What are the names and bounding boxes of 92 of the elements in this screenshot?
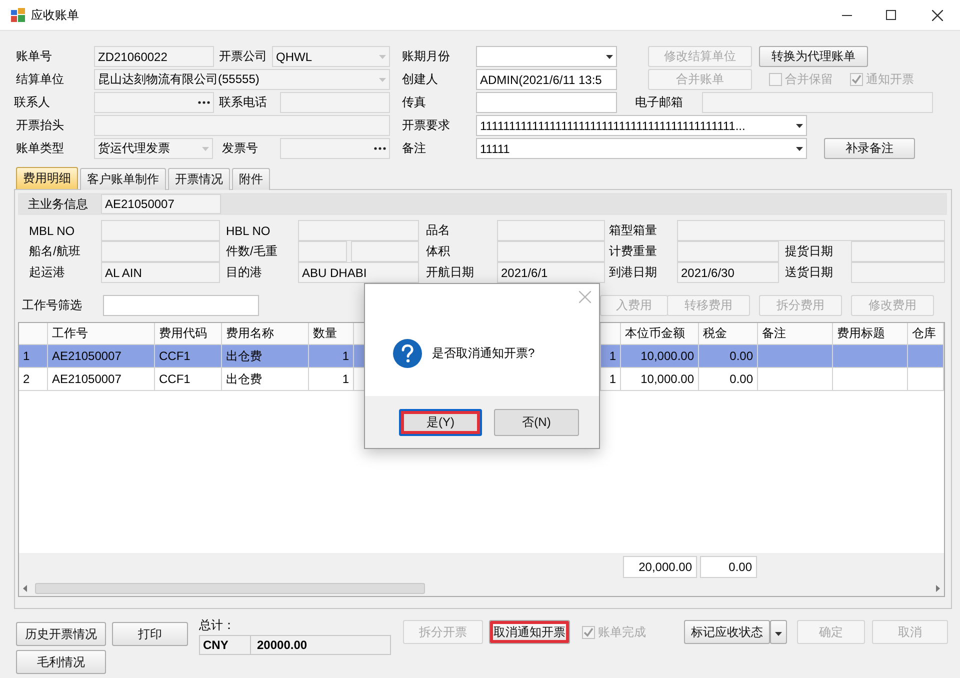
dropdown-field[interactable]: 11111111111111111111111111111111111111111111... — [476, 115, 807, 136]
field-label: 账期月份 — [402, 48, 451, 65]
field-label: 账单类型 — [16, 140, 65, 157]
field-label: 送货日期 — [785, 264, 834, 281]
field-label: 船名/航班 — [29, 243, 82, 260]
field-label: 品名 — [426, 222, 451, 239]
dropdown-button[interactable] — [770, 620, 787, 644]
caret-icon — [202, 146, 209, 150]
total-cell: 0.00 — [700, 556, 757, 578]
table-cell: CCF1 — [155, 345, 222, 368]
action-button[interactable]: 补录备注 — [824, 138, 915, 159]
row-number: 1 — [19, 345, 48, 368]
field-label: 箱型箱量 — [609, 222, 658, 239]
field-label: 目的港 — [226, 264, 263, 281]
total-amount: 20000.00 — [251, 635, 391, 655]
action-button[interactable]: 转换为代理账单 — [759, 46, 868, 67]
table-cell: 1 — [601, 368, 621, 391]
field-label: 提货日期 — [785, 243, 834, 260]
text-field[interactable] — [476, 92, 617, 113]
table-cell: 10,000.00 — [621, 368, 699, 391]
table-cell: AE21050007 — [48, 368, 155, 391]
field-label: 主业务信息 — [27, 196, 89, 212]
field-label: 开票抬头 — [16, 117, 65, 134]
action-button[interactable]: 打印 — [112, 622, 188, 646]
field-label: 工作号筛选 — [22, 297, 83, 314]
horizontal-scrollbar[interactable] — [19, 580, 944, 596]
field-label: HBL NO — [226, 222, 272, 240]
caret-icon — [796, 124, 803, 128]
field-label: 件数/毛重 — [226, 243, 278, 260]
caret-icon — [379, 54, 386, 58]
field-label: 开航日期 — [426, 264, 475, 281]
field-label: 开票要求 — [402, 117, 451, 134]
tab[interactable]: 客户账单制作 — [80, 168, 166, 190]
row-number: 2 — [19, 368, 48, 391]
table-cell — [908, 368, 944, 391]
app-icon — [11, 8, 25, 22]
action-button[interactable]: 历史开票情况 — [16, 622, 106, 646]
field-label: 传真 — [402, 94, 427, 111]
table-cell: 1 — [309, 345, 354, 368]
currency-field: CNY — [199, 635, 251, 655]
table-cell — [908, 345, 944, 368]
table-cell: CCF1 — [155, 368, 222, 391]
scroll-right-icon[interactable] — [936, 584, 940, 592]
field-label: 计费重量 — [609, 243, 658, 260]
dialog-button[interactable]: 否(N) — [494, 409, 579, 436]
action-button[interactable]: 取消通知开票 — [489, 620, 570, 644]
scroll-left-icon[interactable] — [23, 584, 27, 592]
table-cell: 10,000.00 — [621, 345, 699, 368]
tab[interactable]: 费用明细 — [16, 167, 78, 189]
ellipsis-icon — [374, 147, 386, 150]
table-cell: 出仓费 — [222, 345, 309, 368]
status-button[interactable]: 标记应收状态 — [684, 620, 770, 644]
caret-icon — [775, 632, 782, 636]
total-cell: 20,000.00 — [623, 556, 697, 578]
field-label: 联系电话 — [219, 94, 268, 111]
dropdown-field[interactable] — [476, 46, 617, 67]
field-label: 电子邮箱 — [635, 94, 684, 111]
dropdown-field[interactable]: 11111 — [476, 138, 807, 159]
caret-icon — [606, 54, 613, 58]
caret-icon — [379, 78, 386, 82]
table-cell: 1 — [309, 368, 354, 391]
table-cell: 出仓费 — [222, 368, 309, 391]
dialog-message: 是否取消通知开票? — [432, 345, 535, 362]
table-cell: AE21050007 — [48, 345, 155, 368]
maximize-icon[interactable] — [886, 10, 896, 20]
field-label: MBL NO — [29, 222, 76, 240]
minimize-icon[interactable] — [842, 14, 852, 16]
field-label: 体积 — [426, 243, 451, 260]
field-label: 到港日期 — [609, 264, 658, 281]
field-label: 创建人 — [402, 71, 439, 88]
action-button[interactable]: 毛利情况 — [16, 650, 106, 674]
ellipsis-icon — [198, 101, 210, 104]
caret-icon — [796, 146, 803, 150]
total-label: 总计： — [199, 617, 236, 633]
field-label: 发票号 — [222, 140, 259, 157]
question-icon — [393, 339, 422, 368]
window-title: 应收账单 — [31, 6, 79, 24]
close-icon[interactable] — [932, 10, 943, 20]
field-label: 开票公司 — [219, 48, 268, 65]
dialog-button[interactable]: 是(Y) — [399, 409, 482, 436]
field-label: 结算单位 — [16, 71, 65, 88]
field-label: 账单号 — [16, 48, 53, 65]
table-cell: 1 — [601, 345, 621, 368]
tab[interactable]: 附件 — [232, 168, 270, 190]
field-label: 起运港 — [29, 264, 66, 281]
field-label: 联系人 — [14, 94, 51, 111]
field-label: 备注 — [402, 140, 427, 157]
tab[interactable]: 开票情况 — [168, 168, 230, 190]
text-field[interactable]: ADMIN(2021/6/11 13:5 — [476, 69, 617, 90]
table-cell: 0.00 — [699, 345, 758, 368]
text-field[interactable] — [103, 295, 259, 316]
table-cell: 0.00 — [699, 368, 758, 391]
